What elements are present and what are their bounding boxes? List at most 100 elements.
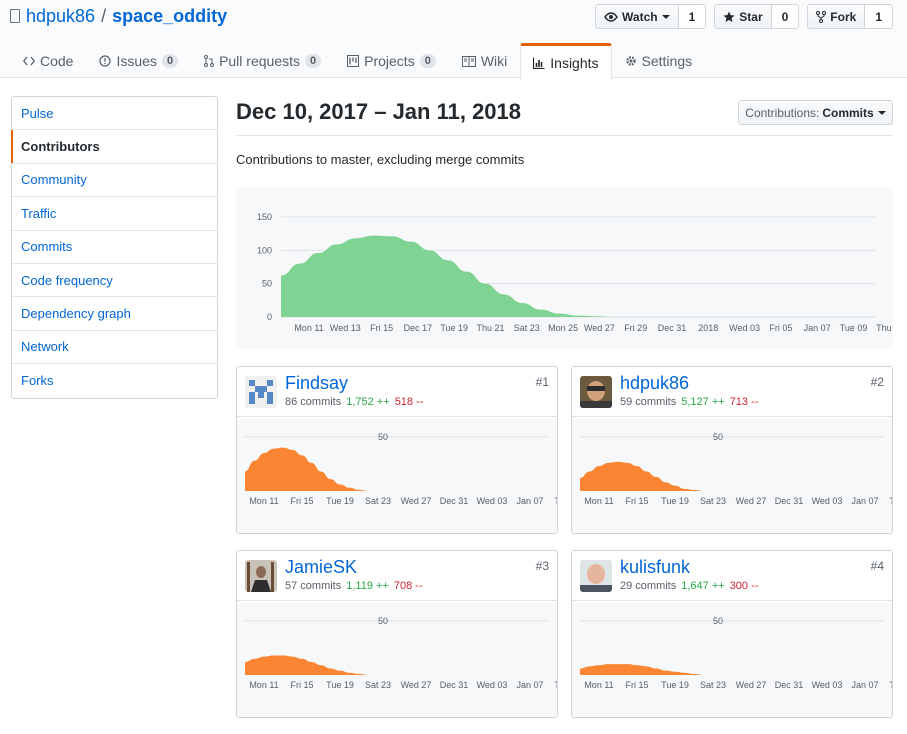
x-tick-label: Mon 11: [249, 496, 278, 506]
fork-group: Fork 1: [807, 4, 893, 29]
fork-button[interactable]: Fork: [807, 4, 866, 29]
contributor-name-link[interactable]: JamieSK: [285, 557, 357, 578]
sidebar-item-contributors[interactable]: Contributors: [11, 130, 217, 164]
contributor-chart: 50 Mon 11 Fri 15 Tue 19 Sat 23 Wed 27 Dec 31 We…: [237, 602, 557, 717]
x-tick-label: Wed 13: [330, 323, 361, 333]
project-icon: [347, 55, 360, 67]
tab-projects-label: Projects: [364, 53, 415, 69]
tab-issues[interactable]: Issues 0: [86, 43, 191, 78]
star-count[interactable]: 0: [771, 4, 800, 29]
date-range-title: Dec 10, 2017 – Jan 11, 2018: [236, 99, 522, 124]
x-tick-label: Mon 11: [294, 323, 323, 333]
watch-count[interactable]: 1: [678, 4, 707, 29]
sidebar-item-pulse[interactable]: Pulse: [12, 97, 217, 131]
repo-separator: /: [101, 6, 107, 26]
x-tick-label: Thu 11: [889, 680, 893, 690]
chevron-down-icon: [877, 110, 886, 115]
x-tick-label: Wed 27: [736, 680, 767, 690]
x-tick-label: Sat 23: [700, 680, 726, 690]
x-tick-label: 2018: [698, 323, 718, 333]
tab-code-label: Code: [40, 53, 74, 69]
commits-link[interactable]: 59 commits: [620, 396, 676, 408]
pull-request-icon: [204, 55, 215, 67]
avatar[interactable]: [580, 560, 612, 592]
x-tick-label: Mon 25: [548, 323, 578, 333]
header-divider: [236, 135, 893, 136]
x-tick-label: Dec 31: [775, 680, 804, 690]
repo-name-link[interactable]: space_oddity: [112, 6, 227, 27]
star-button[interactable]: Star: [714, 4, 772, 29]
overall-contributions-chart: 0 50 100 150 Mon 11 Wed 13 Fri 15 Dec 17 Tue 19 T…: [236, 187, 903, 349]
avatar[interactable]: [580, 376, 612, 408]
additions: 1,647 ++: [681, 580, 725, 592]
contributions-select[interactable]: Contributions: Commits: [738, 100, 893, 125]
deletions: 708 --: [393, 580, 423, 592]
issues-count-badge: 0: [161, 54, 179, 68]
book-icon: [461, 55, 476, 67]
tab-pull-requests[interactable]: Pull requests 0: [191, 43, 334, 78]
repo-actions: Watch 1 Star 0 Fork 1: [587, 4, 893, 29]
x-tick-label: Fri 29: [624, 323, 647, 333]
tab-pull-requests-label: Pull requests: [219, 53, 300, 69]
contributions-select-label: Contributions:: [745, 105, 820, 120]
fork-count[interactable]: 1: [865, 4, 893, 29]
x-tick-label: Wed 03: [729, 323, 760, 333]
tab-settings-label: Settings: [641, 53, 693, 69]
repo-icon: [10, 8, 20, 23]
x-tick-label: Thu 11: [554, 496, 558, 506]
avatar[interactable]: [245, 560, 277, 592]
y-tick-label: 150: [257, 212, 272, 222]
sidebar-item-commits[interactable]: Commits: [12, 231, 217, 264]
tab-code[interactable]: Code: [10, 43, 86, 78]
x-tick-label: Wed 27: [584, 323, 615, 333]
x-tick-label: Wed 03: [477, 496, 508, 506]
commits-link[interactable]: 29 commits: [620, 580, 676, 592]
sidebar-item-code-frequency[interactable]: Code frequency: [12, 264, 217, 298]
x-tick-label: Mon 11: [249, 680, 278, 690]
contributor-stats: 29 commits 1,647 ++ 300 --: [620, 580, 758, 592]
area-series: [580, 461, 884, 491]
contributor-chart-svg: 50 Mon 11 Fri 15 Tue 19 Sat 23 Wed 27 Dec 31 We…: [580, 432, 892, 506]
sidebar-item-community[interactable]: Community: [12, 164, 217, 198]
y-tick-label: 50: [713, 616, 723, 626]
identicon-avatar-icon: [245, 376, 277, 408]
star-label: Star: [739, 9, 763, 24]
sidebar-item-network[interactable]: Network: [12, 331, 217, 365]
contributor-name-link[interactable]: kulisfunk: [620, 557, 690, 578]
user-photo-icon: [580, 376, 612, 408]
x-tick-label: Thu 11: [876, 323, 893, 333]
commits-link[interactable]: 86 commits: [285, 396, 341, 408]
contributor-stats: 59 commits 5,127 ++ 713 --: [620, 396, 758, 408]
repo-title: hdpuk86 / space_oddity: [10, 6, 227, 27]
repo-header: hdpuk86 / space_oddity Watch 1 Star 0 Fo…: [0, 0, 907, 79]
contributor-name-link[interactable]: hdpuk86: [620, 373, 689, 394]
x-tick-label: Thu 21: [476, 323, 504, 333]
sidebar-item-dependency-graph[interactable]: Dependency graph: [12, 297, 217, 331]
contributor-name-link[interactable]: Findsay: [285, 373, 348, 394]
tab-insights[interactable]: Insights: [520, 43, 612, 79]
sidebar-item-traffic[interactable]: Traffic: [12, 197, 217, 231]
y-tick-label: 50: [262, 279, 272, 289]
watch-button[interactable]: Watch: [595, 4, 679, 29]
contributions-subtitle: Contributions to master, excluding merge…: [236, 152, 525, 167]
y-tick-label: 50: [378, 616, 388, 626]
contributor-card-header: Findsay 86 commits 1,752 ++ 518 -- #1: [237, 367, 557, 417]
contributions-select-value: Commits: [822, 105, 874, 120]
area-series: [580, 664, 884, 675]
x-tick-label: Mon 11: [584, 680, 613, 690]
x-tick-label: Jan 07: [516, 680, 543, 690]
user-photo-icon: [580, 560, 612, 592]
repo-owner-link[interactable]: hdpuk86: [26, 6, 95, 27]
contributor-chart-svg: 50 Mon 11 Fri 15 Tue 19 Sat 23 Wed 27 Dec 31 We…: [245, 616, 557, 690]
contributor-card-4: kulisfunk 29 commits 1,647 ++ 300 -- #4 50…: [571, 550, 893, 718]
tab-settings[interactable]: Settings: [612, 43, 706, 78]
contributor-rank: #3: [535, 559, 549, 573]
issue-icon: [99, 55, 112, 67]
tab-projects[interactable]: Projects 0: [334, 43, 449, 78]
avatar[interactable]: [245, 376, 277, 408]
tab-wiki[interactable]: Wiki: [449, 43, 520, 78]
sidebar-item-forks[interactable]: Forks: [12, 364, 217, 397]
commits-link[interactable]: 57 commits: [285, 580, 341, 592]
pull-requests-count-badge: 0: [305, 54, 322, 68]
x-tick-label: Wed 27: [401, 680, 432, 690]
